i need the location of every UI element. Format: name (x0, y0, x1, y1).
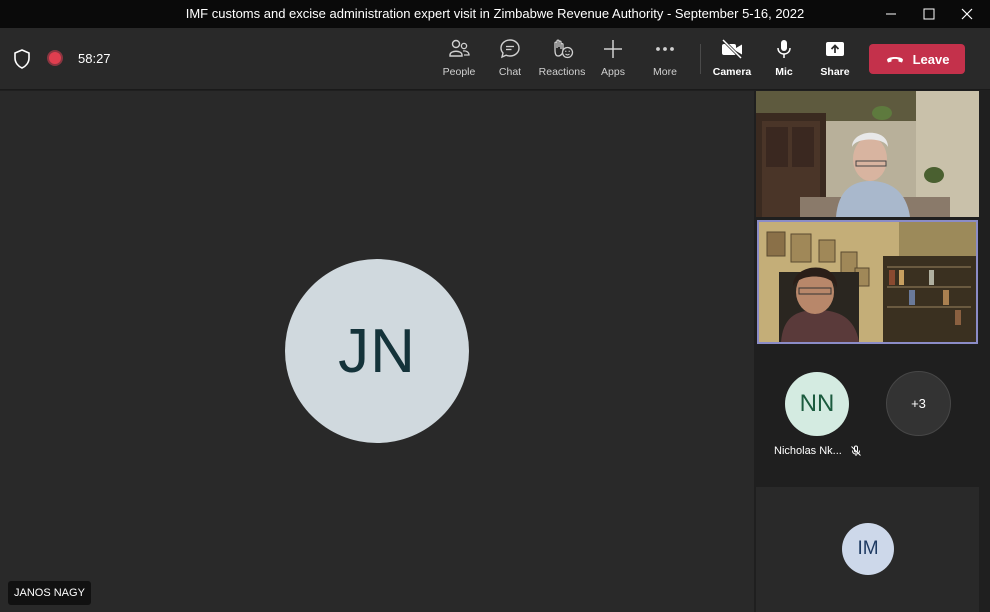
leave-label: Leave (912, 51, 950, 67)
close-icon (961, 8, 973, 20)
more-participants-button[interactable]: +3 (886, 371, 951, 436)
share-button[interactable]: Share (810, 38, 860, 84)
maximize-icon (923, 8, 935, 20)
share-tray-icon (826, 42, 844, 56)
apps-button[interactable]: Apps (588, 38, 638, 84)
more-dots-icon (656, 47, 674, 51)
microphone-icon (777, 40, 791, 58)
participant-video-image (759, 222, 976, 342)
more-label: More (653, 66, 677, 78)
reactions-button[interactable]: Reactions (537, 38, 587, 84)
reactions-label: Reactions (538, 66, 586, 78)
participant-name: Nicholas Nk... (774, 445, 842, 457)
more-button[interactable]: More (640, 38, 690, 84)
mic-muted-icon (851, 445, 861, 456)
title-bar: IMF customs and excise administration ex… (0, 0, 990, 28)
main-stage: JN JANOS NAGY (0, 91, 754, 612)
reactions-icon (554, 39, 574, 59)
chat-button[interactable]: Chat (485, 38, 535, 84)
teams-meeting-window: IMF customs and excise administration ex… (0, 0, 990, 612)
chat-icon (500, 39, 520, 59)
people-button[interactable]: People (434, 38, 484, 84)
mic-label: Mic (775, 66, 793, 78)
video-tile-participant-1[interactable] (756, 91, 979, 217)
minimize-icon (886, 13, 896, 15)
shield-icon[interactable] (12, 48, 32, 70)
video-tile-participant-2[interactable] (757, 220, 978, 344)
participant-avatar-im: IM (842, 523, 894, 575)
participant-avatar-nn[interactable]: NN (785, 372, 849, 436)
recording-indicator-icon (49, 52, 61, 64)
speaker-name-tag: JANOS NAGY (8, 581, 91, 605)
participant-tile-im[interactable]: IM (756, 487, 979, 612)
share-label: Share (820, 66, 850, 78)
apps-label: Apps (601, 66, 625, 78)
participant-gallery: NN +3 Nicholas Nk... IM (754, 91, 990, 612)
speaker-avatar: JN (285, 259, 469, 443)
participant-name-row: Nicholas Nk... (774, 445, 862, 457)
camera-off-icon (721, 38, 743, 60)
meeting-timer: 58:27 (78, 51, 111, 66)
participant-video-image (756, 91, 979, 217)
minimize-button[interactable] (870, 0, 912, 28)
plus-icon (604, 40, 622, 58)
phone-hangup-icon (886, 57, 903, 63)
camera-label: Camera (712, 66, 752, 78)
window-title: IMF customs and excise administration ex… (185, 6, 805, 21)
chat-label: Chat (498, 66, 522, 78)
toolbar-divider (700, 44, 701, 74)
people-icon (449, 39, 470, 57)
people-label: People (442, 66, 476, 78)
meeting-toolbar: 58:27 People Chat Reactions Apps More Ca… (0, 28, 990, 90)
mic-button[interactable]: Mic (759, 38, 809, 84)
maximize-button[interactable] (908, 0, 950, 28)
leave-button[interactable]: Leave (869, 44, 965, 74)
close-button[interactable] (946, 0, 988, 28)
camera-button[interactable]: Camera (707, 38, 757, 84)
